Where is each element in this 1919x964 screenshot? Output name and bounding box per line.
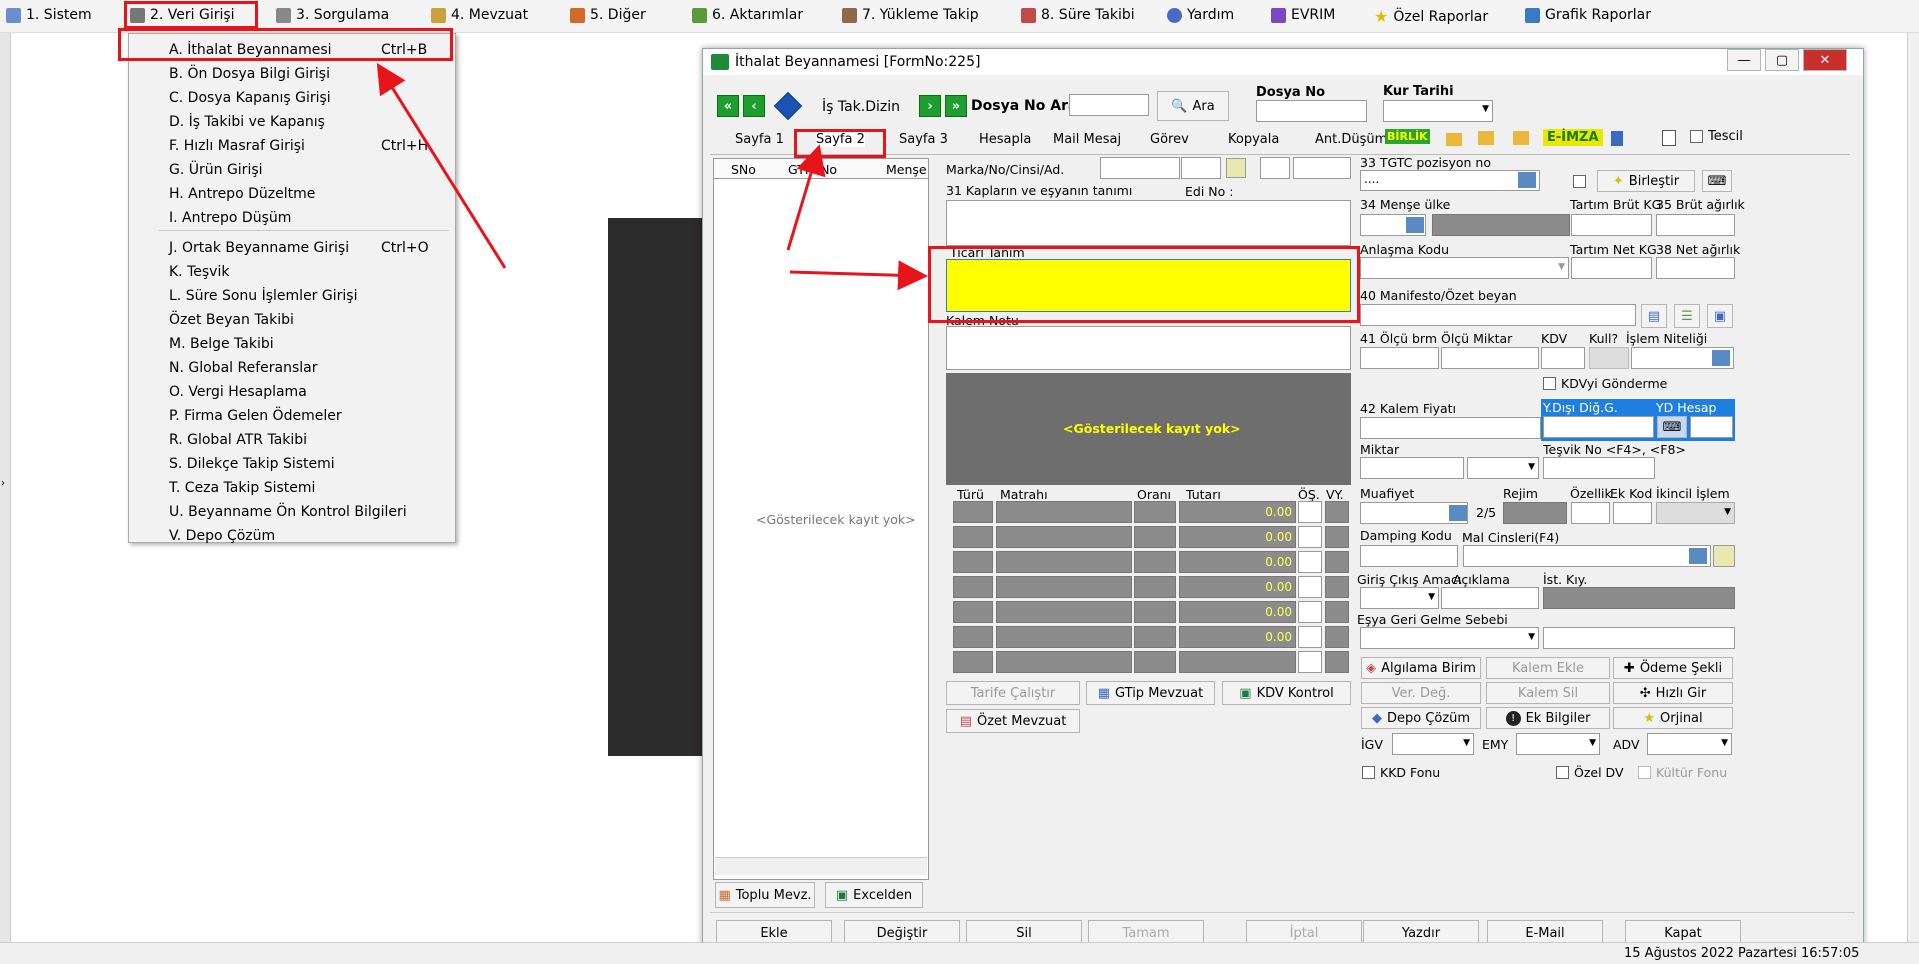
arrow-to-menu-item	[376, 62, 507, 269]
arrow-to-ticari	[789, 260, 928, 291]
annotation-arrows	[376, 62, 928, 291]
arrow-to-sayfa2	[786, 144, 826, 251]
